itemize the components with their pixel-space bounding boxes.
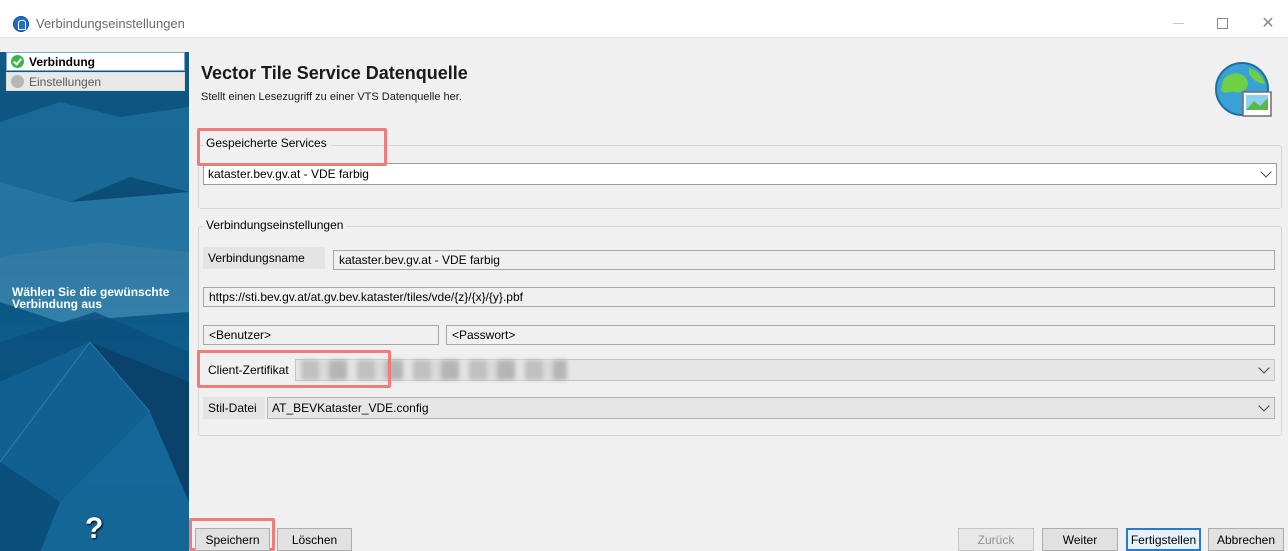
sidebar-item-einstellungen[interactable]: Einstellungen (6, 72, 185, 91)
next-button[interactable]: Weiter (1042, 528, 1118, 551)
finish-button[interactable]: Fertigstellen (1126, 528, 1201, 551)
style-file-value: AT_BEVKataster_VDE.config (272, 401, 429, 415)
connection-settings-label: Verbindungseinstellungen (203, 218, 347, 232)
close-button[interactable]: ✕ (1248, 12, 1288, 34)
wizard-sidebar: Verbindung Einstellungen Wählen Sie die … (0, 52, 189, 551)
globe-image-icon (1215, 62, 1272, 117)
delete-button[interactable]: Löschen (277, 528, 352, 551)
highlight-client-certificate (197, 350, 391, 388)
back-button[interactable]: Zurück (958, 528, 1034, 551)
chevron-down-icon (1258, 400, 1270, 412)
title-bar: Verbindungseinstellungen ✕ (0, 0, 1288, 38)
help-icon[interactable]: ? (85, 512, 103, 546)
check-icon (11, 55, 24, 68)
style-file-dropdown[interactable]: AT_BEVKataster_VDE.config (267, 397, 1275, 419)
style-file-label: Stil-Datei (203, 397, 265, 419)
pending-step-icon (11, 75, 24, 88)
sidebar-item-verbindung[interactable]: Verbindung (6, 52, 185, 71)
saved-services-value: kataster.bev.gv.at - VDE farbig (208, 167, 369, 181)
maximize-icon (1216, 17, 1228, 29)
chevron-down-icon (1260, 166, 1272, 178)
sidebar-item-label: Einstellungen (29, 74, 102, 89)
save-button[interactable]: Speichern (195, 528, 270, 551)
page-subtitle: Stellt einen Lesezugriff zu einer VTS Da… (201, 91, 462, 103)
sidebar-instruction: Wählen Sie die gewünschte Verbindung aus (12, 285, 170, 311)
service-url-field[interactable]: https://sti.bev.gv.at/at.gv.bev.kataster… (203, 287, 1275, 307)
close-icon: ✕ (1261, 15, 1275, 32)
highlight-saved-services (197, 128, 387, 166)
chevron-down-icon (1258, 362, 1270, 374)
sidebar-landscape-image (0, 102, 189, 551)
minimize-button[interactable] (1158, 12, 1198, 34)
username-field[interactable]: <Benutzer> (203, 325, 439, 345)
cancel-button[interactable]: Abbrechen (1208, 528, 1284, 551)
saved-services-dropdown[interactable]: kataster.bev.gv.at - VDE farbig (203, 163, 1277, 185)
sidebar-item-label: Verbindung (29, 54, 95, 69)
app-icon (13, 16, 29, 32)
maximize-button[interactable] (1202, 12, 1242, 34)
window-title: Verbindungseinstellungen (36, 16, 185, 31)
connection-name-field[interactable]: kataster.bev.gv.at - VDE farbig (333, 250, 1275, 270)
minimize-icon (1172, 22, 1184, 24)
password-field[interactable]: <Passwort> (446, 325, 1275, 345)
connection-name-label: Verbindungsname (203, 247, 325, 269)
page-title: Vector Tile Service Datenquelle (201, 63, 468, 83)
